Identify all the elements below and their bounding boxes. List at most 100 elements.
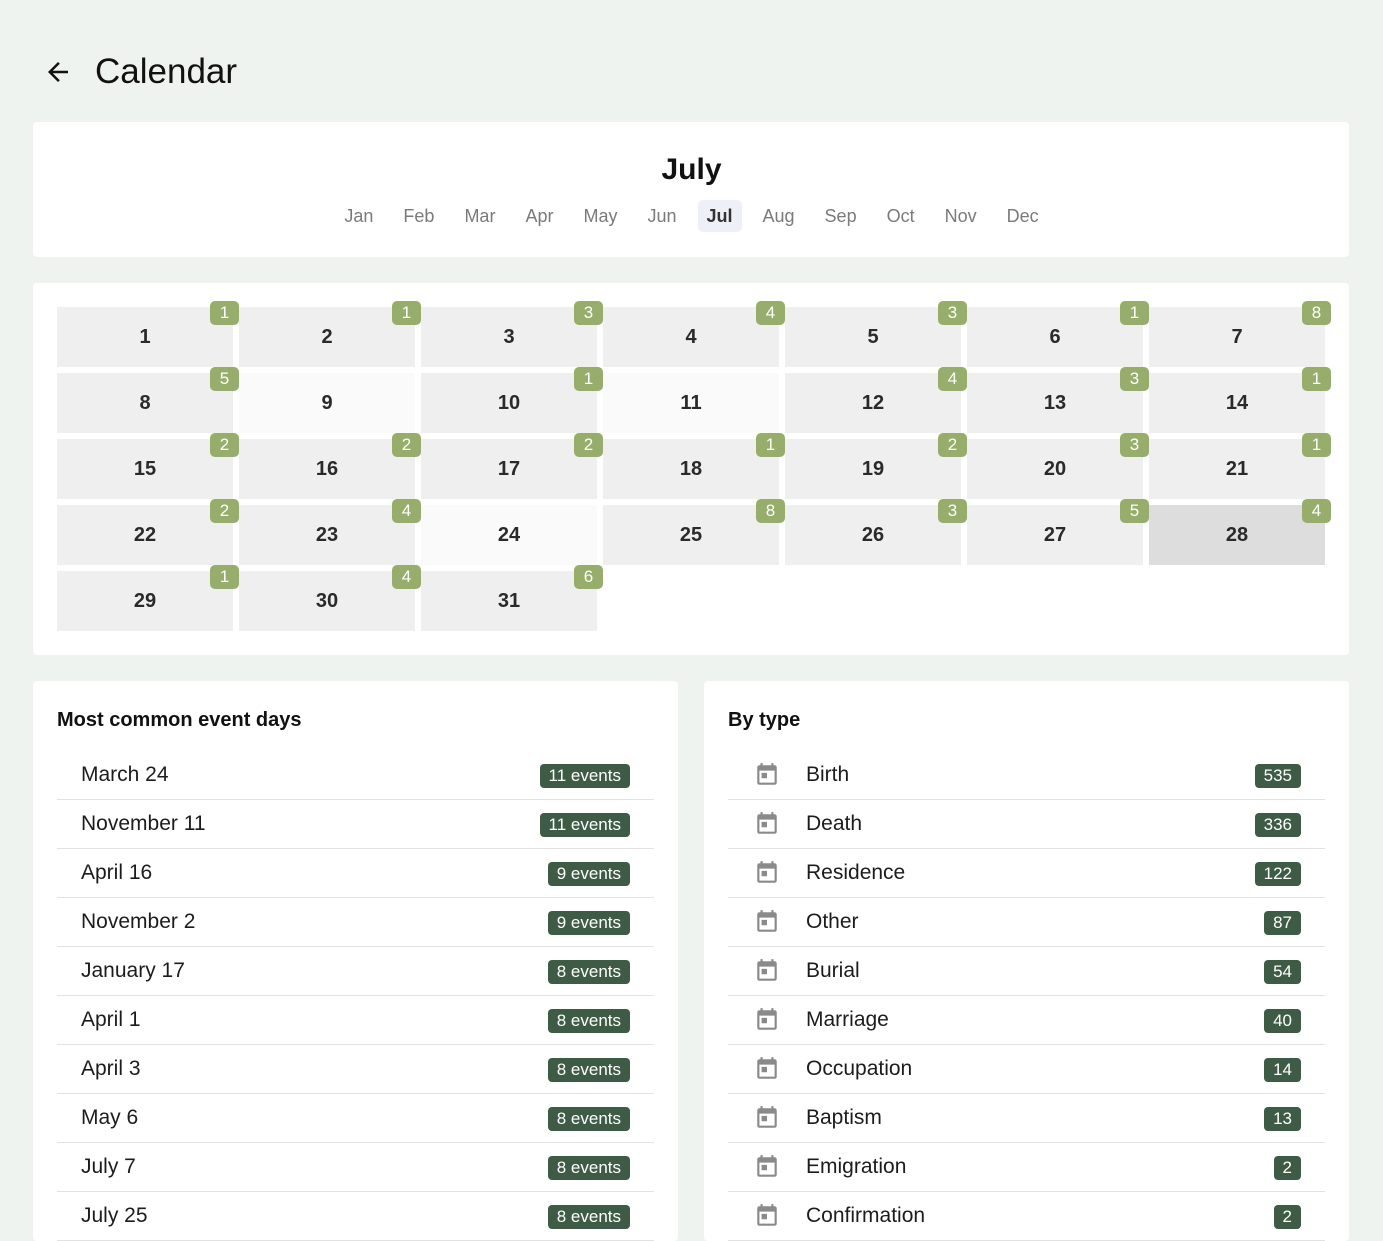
day-event-count-badge: 4: [756, 301, 785, 325]
day-cell-23[interactable]: 23 4: [239, 499, 421, 565]
day-cell-27[interactable]: 27 5: [967, 499, 1149, 565]
calendar-icon: [754, 1203, 780, 1229]
day-cell-20[interactable]: 20 3: [967, 433, 1149, 499]
month-tab-mar[interactable]: Mar: [455, 200, 504, 232]
day-cell-25[interactable]: 25 8: [603, 499, 785, 565]
event-count-badge: 8 events: [547, 1009, 630, 1033]
day-number: 3: [503, 325, 515, 348]
event-type-row[interactable]: Confirmation 2: [728, 1192, 1325, 1241]
month-tab-apr[interactable]: Apr: [516, 200, 562, 232]
month-tab-jan[interactable]: Jan: [335, 200, 382, 232]
month-tab-oct[interactable]: Oct: [878, 200, 924, 232]
day-cell-19[interactable]: 19 2: [785, 433, 967, 499]
calendar-icon: [754, 958, 780, 984]
day-cell-2[interactable]: 21: [239, 301, 421, 367]
day-cell-14[interactable]: 14 1: [1149, 367, 1331, 433]
day-number: 10: [497, 391, 521, 414]
day-cell-11[interactable]: 11: [603, 373, 779, 433]
event-count-badge: 8 events: [547, 960, 630, 984]
month-tab-jul[interactable]: Jul: [697, 200, 742, 232]
day-number: 6: [1049, 325, 1061, 348]
event-type-row[interactable]: Residence 122: [728, 849, 1325, 898]
day-cell-6[interactable]: 61: [967, 301, 1149, 367]
day-cell-12[interactable]: 12 4: [785, 367, 967, 433]
month-tab-feb[interactable]: Feb: [394, 200, 443, 232]
day-cell-10[interactable]: 10 1: [421, 367, 603, 433]
common-day-row[interactable]: November 11 11 events: [57, 800, 654, 849]
event-type-row[interactable]: Baptism 13: [728, 1094, 1325, 1143]
day-cell-31[interactable]: 31 6: [421, 565, 603, 631]
day-cell-30[interactable]: 30 4: [239, 565, 421, 631]
day-event-count-badge: 1: [1302, 367, 1331, 391]
day-cell-5[interactable]: 53: [785, 301, 967, 367]
month-tab-may[interactable]: May: [574, 200, 626, 232]
month-tab-aug[interactable]: Aug: [754, 200, 804, 232]
day-cell-18[interactable]: 18 1: [603, 433, 785, 499]
day-cell-9[interactable]: 9: [239, 373, 415, 433]
day-cell-21[interactable]: 21 1: [1149, 433, 1331, 499]
day-event-count-badge: 4: [1302, 499, 1331, 523]
month-tab-nov[interactable]: Nov: [936, 200, 986, 232]
event-type-row[interactable]: Marriage 40: [728, 996, 1325, 1045]
day-cell-29[interactable]: 29 1: [57, 565, 239, 631]
day-number: 9: [321, 391, 333, 414]
common-days-title: Most common event days: [57, 709, 302, 731]
day-number: 11: [680, 391, 702, 414]
common-day-row[interactable]: March 24 11 events: [57, 751, 654, 800]
day-cell-13[interactable]: 13 3: [967, 367, 1149, 433]
common-day-row[interactable]: May 6 8 events: [57, 1094, 654, 1143]
common-day-row[interactable]: November 2 9 events: [57, 898, 654, 947]
common-day-row[interactable]: April 3 8 events: [57, 1045, 654, 1094]
event-type-row[interactable]: Birth 535: [728, 751, 1325, 800]
day-number: 4: [685, 325, 697, 348]
common-day-row[interactable]: January 17 8 events: [57, 947, 654, 996]
day-cell-7[interactable]: 78: [1149, 301, 1331, 367]
event-type-label: Other: [806, 910, 859, 933]
day-cell-22[interactable]: 22 2: [57, 499, 239, 565]
back-button[interactable]: [40, 54, 76, 90]
day-event-count-badge: 1: [210, 301, 239, 325]
day-number: 18: [679, 457, 703, 480]
day-cell-8[interactable]: 85: [57, 367, 239, 433]
event-type-row[interactable]: Death 336: [728, 800, 1325, 849]
event-type-row[interactable]: Occupation 14: [728, 1045, 1325, 1094]
day-number: 30: [315, 589, 339, 612]
day-cell-26[interactable]: 26 3: [785, 499, 967, 565]
event-type-row[interactable]: Burial 54: [728, 947, 1325, 996]
day-number: 16: [315, 457, 339, 480]
calendar-icon: [754, 1056, 780, 1082]
calendar-icon: [754, 762, 780, 788]
common-days-list: March 24 11 events November 11 11 events Apr…: [57, 751, 654, 1241]
event-type-label: Birth: [806, 763, 850, 786]
day-cell-28[interactable]: 28 4: [1149, 499, 1331, 565]
page-header: Calendar: [0, 0, 1383, 122]
common-day-row[interactable]: July 25 8 events: [57, 1192, 654, 1241]
day-number: 15: [133, 457, 157, 480]
event-type-row[interactable]: Emigration 2: [728, 1143, 1325, 1192]
day-cell-3[interactable]: 33: [421, 301, 603, 367]
event-type-count-badge: 2: [1273, 1205, 1301, 1229]
day-cell-1[interactable]: 11: [57, 301, 239, 367]
day-cell-16[interactable]: 16 2: [239, 433, 421, 499]
event-type-count-badge: 535: [1254, 764, 1301, 788]
day-event-count-badge: 4: [392, 499, 421, 523]
event-type-row[interactable]: Other 87: [728, 898, 1325, 947]
common-day-row[interactable]: July 7 8 events: [57, 1143, 654, 1192]
day-cell-17[interactable]: 17 2: [421, 433, 603, 499]
day-number: 21: [1225, 457, 1249, 480]
month-tab-jun[interactable]: Jun: [638, 200, 685, 232]
day-number: 12: [861, 391, 885, 414]
day-number: 22: [133, 523, 157, 546]
day-cell-15[interactable]: 15 2: [57, 433, 239, 499]
month-tab-dec[interactable]: Dec: [998, 200, 1048, 232]
day-cell-24[interactable]: 24: [421, 505, 597, 565]
common-day-row[interactable]: April 16 9 events: [57, 849, 654, 898]
day-event-count-badge: 1: [756, 433, 785, 457]
common-day-row[interactable]: April 1 8 events: [57, 996, 654, 1045]
day-number: 23: [315, 523, 339, 546]
common-day-label: March 24: [81, 763, 169, 786]
month-tab-sep[interactable]: Sep: [816, 200, 866, 232]
event-count-badge: 8 events: [547, 1156, 630, 1180]
day-event-count-badge: 1: [574, 367, 603, 391]
day-cell-4[interactable]: 44: [603, 301, 785, 367]
